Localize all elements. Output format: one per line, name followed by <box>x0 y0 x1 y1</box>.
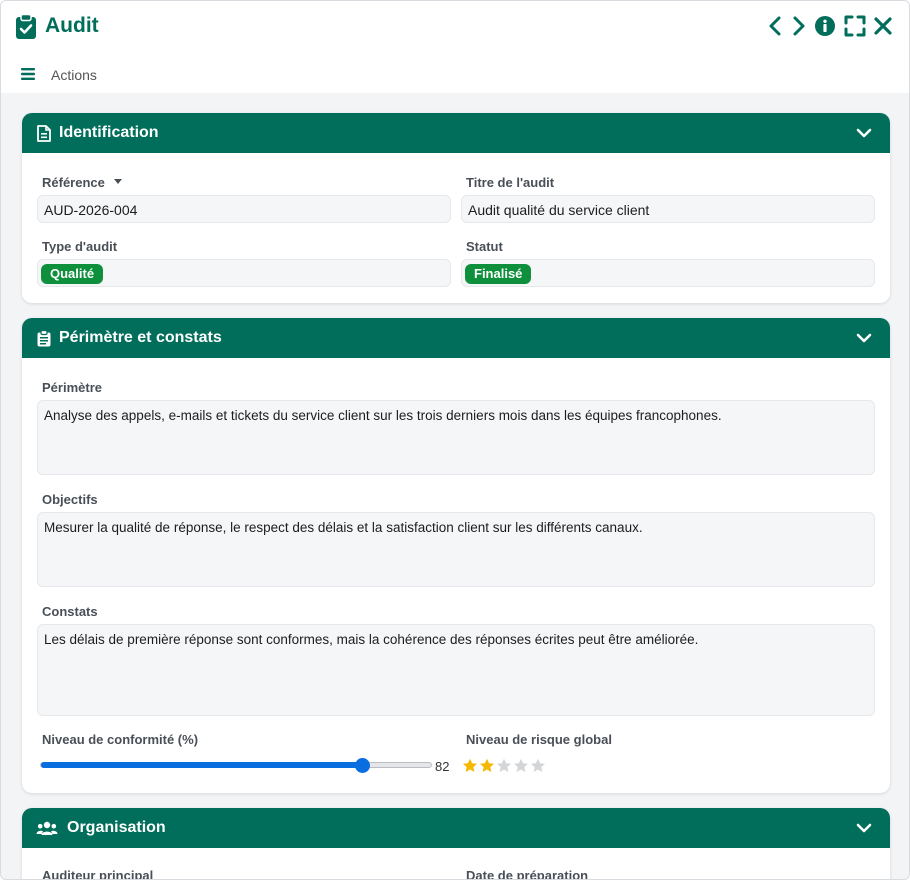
section-organisation: Organisation Auditeur principal Date de … <box>22 808 890 880</box>
caret-down-icon[interactable] <box>113 178 123 186</box>
statut-field[interactable]: Finalisé <box>461 259 875 287</box>
info-icon[interactable] <box>814 15 836 37</box>
section-header-perimetre[interactable]: Périmètre et constats <box>22 318 890 358</box>
star-icon[interactable] <box>513 758 529 774</box>
perimetre-label: Périmètre <box>42 380 102 395</box>
close-icon[interactable] <box>872 15 894 37</box>
date-preparation-label: Date de préparation <box>466 868 589 880</box>
star-icon[interactable] <box>462 758 478 774</box>
menu-icon[interactable] <box>21 68 35 80</box>
section-header-organisation[interactable]: Organisation <box>22 808 890 848</box>
titre-field[interactable]: Audit qualité du service client <box>461 195 875 223</box>
window-title: Audit <box>45 14 99 37</box>
section-title: Organisation <box>67 819 166 836</box>
actions-menu-label[interactable]: Actions <box>51 67 97 83</box>
section-perimetre: Périmètre et constats Périmètre Analyse … <box>22 318 890 793</box>
risque-rating[interactable] <box>462 758 552 774</box>
constats-label: Constats <box>42 604 98 619</box>
audit-window: Audit Actions Identification Référence A… <box>0 0 910 880</box>
document-icon <box>37 125 51 142</box>
clipboard-list-icon <box>37 330 51 347</box>
slider-thumb[interactable] <box>355 758 371 773</box>
constats-textarea[interactable]: Les délais de première réponse sont conf… <box>37 624 875 716</box>
statut-badge: Finalisé <box>465 264 532 284</box>
section-header-identification[interactable]: Identification <box>22 113 890 153</box>
conformite-value: 82 <box>435 759 450 774</box>
type-label: Type d'audit <box>42 239 118 254</box>
star-icon[interactable] <box>496 758 512 774</box>
statut-label: Statut <box>466 239 503 254</box>
section-identification: Identification Référence AUD-2026-004 Ti… <box>22 113 890 303</box>
actions-bar: Actions <box>1 53 909 93</box>
conformite-label: Niveau de conformité (%) <box>42 732 199 747</box>
reference-field[interactable]: AUD-2026-004 <box>37 195 451 223</box>
section-title: Identification <box>59 124 159 141</box>
chevron-down-icon[interactable] <box>856 821 872 835</box>
perimetre-textarea[interactable]: Analyse des appels, e-mails et tickets d… <box>37 400 875 475</box>
star-icon[interactable] <box>479 758 495 774</box>
section-title: Périmètre et constats <box>59 329 222 346</box>
type-badge: Qualité <box>41 264 104 284</box>
star-icon[interactable] <box>530 758 546 774</box>
objectifs-textarea[interactable]: Mesurer la qualité de réponse, le respec… <box>37 512 875 587</box>
titre-label: Titre de l'audit <box>466 175 555 190</box>
objectifs-label: Objectifs <box>42 492 98 507</box>
auditeur-label: Auditeur principal <box>42 868 154 880</box>
type-field[interactable]: Qualité <box>37 259 451 287</box>
chevron-right-icon[interactable] <box>787 15 809 37</box>
risque-label: Niveau de risque global <box>466 732 612 747</box>
users-icon <box>36 821 58 835</box>
chevron-down-icon[interactable] <box>856 126 872 140</box>
reference-label: Référence <box>42 175 123 190</box>
chevron-down-icon[interactable] <box>856 331 872 345</box>
expand-icon[interactable] <box>844 15 866 37</box>
title-bar: Audit <box>1 1 909 53</box>
slider-fill <box>41 762 363 768</box>
chevron-left-icon[interactable] <box>765 15 787 37</box>
conformite-slider[interactable] <box>40 758 432 773</box>
clipboard-check-icon <box>16 14 36 39</box>
